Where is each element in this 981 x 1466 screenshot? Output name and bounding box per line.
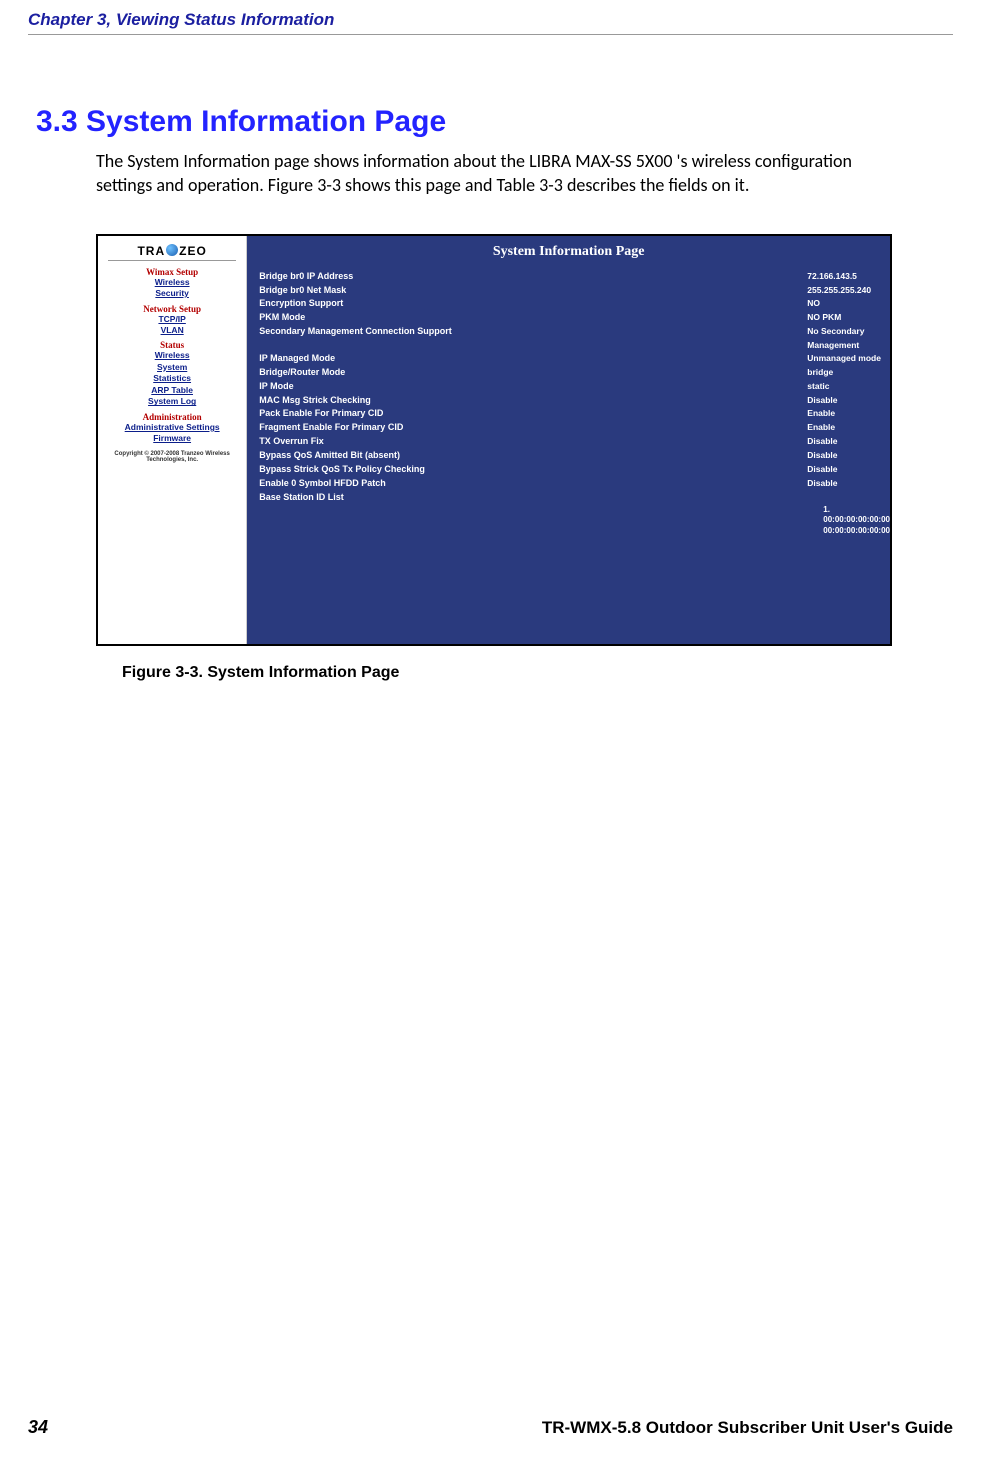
page-footer: 34 TR-WMX-5.8 Outdoor Subscriber Unit Us… [0,1417,981,1438]
brand-logo: TRA ZEO [98,244,246,258]
copyright-line2: Technologies, Inc. [98,457,246,464]
table-row: Pack Enable For Primary CIDEnable [247,407,890,421]
field-label: Pack Enable For Primary CID [247,407,597,421]
field-value: bridge [597,366,890,380]
field-label: Secondary Management Connection Support [247,325,597,351]
field-label: Bypass Strick QoS Tx Policy Checking [247,463,597,477]
sidebar-group-admin: Administration [98,412,246,422]
field-label: Encryption Support [247,297,597,311]
logo-orb-icon [166,244,178,256]
field-value: Enable [597,407,890,421]
field-value: Unmanaged mode [597,352,890,366]
field-label: Fragment Enable For Primary CID [247,421,597,435]
page-title: System Information Page [247,236,890,270]
table-row: IP Managed ModeUnmanaged mode [247,352,890,366]
sidebar-link-wireless[interactable]: Wireless [98,277,246,288]
field-value: Disable [597,394,890,408]
bs-list-item: 1. 00:00:00:00:00:00 00:00:00:00:00:00 [247,505,890,536]
sidebar-group-wimax: Wimax Setup [98,267,246,277]
table-row: Bridge br0 Net Mask255.255.255.240 [247,284,890,298]
copyright-line1: Copyright © 2007-2008 Tranzeo Wireless [98,451,246,458]
logo-left-text: TRA [137,244,165,258]
field-label: IP Managed Mode [247,352,597,366]
table-row: Bypass QoS Amitted Bit (absent)Disable [247,449,890,463]
sidebar-link-statistics[interactable]: Statistics [98,373,246,384]
sidebar-group-network: Network Setup [98,304,246,314]
field-value: No Secondary Management [597,325,890,351]
field-label: TX Overrun Fix [247,435,597,449]
field-value: Disable [597,449,890,463]
figure-caption: Figure 3-3. System Information Page [122,664,981,682]
table-row: Encryption SupportNO [247,297,890,311]
body-paragraph: The System Information page shows inform… [96,149,901,198]
footer-title: TR-WMX-5.8 Outdoor Subscriber Unit User'… [542,1418,953,1438]
field-label: Bridge br0 IP Address [247,270,597,284]
field-value: 255.255.255.240 [597,284,890,298]
chapter-header: Chapter 3, Viewing Status Information [0,0,981,34]
field-value: Disable [597,477,890,491]
field-value [597,491,890,505]
sidebar-link-wireless2[interactable]: Wireless [98,350,246,361]
table-row: Bridge/Router Modebridge [247,366,890,380]
sidebar-link-arptable[interactable]: ARP Table [98,385,246,396]
field-label: Bypass QoS Amitted Bit (absent) [247,449,597,463]
sidebar-link-tcpip[interactable]: TCP/IP [98,314,246,325]
logo-right-text: ZEO [179,244,207,258]
logo-separator [108,260,236,261]
section-title: 3.3 System Information Page [36,105,981,139]
table-row: MAC Msg Strick CheckingDisable [247,394,890,408]
sidebar-link-system[interactable]: System [98,362,246,373]
field-value: NO PKM [597,311,890,325]
field-label: Enable 0 Symbol HFDD Patch [247,477,597,491]
field-label: Bridge/Router Mode [247,366,597,380]
table-row: Secondary Management Connection SupportN… [247,325,890,351]
field-value: static [597,380,890,394]
table-row: Bridge br0 IP Address72.166.143.5 [247,270,890,284]
sidebar-link-firmware[interactable]: Firmware [98,433,246,444]
sidebar-link-adminsettings[interactable]: Administrative Settings [98,422,246,433]
field-label: Bridge br0 Net Mask [247,284,597,298]
app-window: TRA ZEO Wimax Setup Wireless Security Ne… [96,234,892,646]
table-row: IP Modestatic [247,380,890,394]
field-label: MAC Msg Strick Checking [247,394,597,408]
field-label: IP Mode [247,380,597,394]
header-divider [28,34,953,35]
sidebar-link-systemlog[interactable]: System Log [98,396,246,407]
table-row: Fragment Enable For Primary CIDEnable [247,421,890,435]
field-value: 72.166.143.5 [597,270,890,284]
table-row: Base Station ID List [247,491,890,505]
field-label: PKM Mode [247,311,597,325]
field-value: Enable [597,421,890,435]
field-label: Base Station ID List [247,491,597,505]
table-row: Bypass Strick QoS Tx Policy CheckingDisa… [247,463,890,477]
field-value: NO [597,297,890,311]
content-pane: System Information Page Bridge br0 IP Ad… [247,236,890,644]
table-row: Enable 0 Symbol HFDD PatchDisable [247,477,890,491]
sidebar-group-status: Status [98,340,246,350]
table-row: TX Overrun FixDisable [247,435,890,449]
sidebar: TRA ZEO Wimax Setup Wireless Security Ne… [98,236,247,644]
sidebar-link-security[interactable]: Security [98,288,246,299]
figure-wrap: TRA ZEO Wimax Setup Wireless Security Ne… [96,234,888,646]
page-number: 34 [28,1417,48,1438]
field-value: Disable [597,463,890,477]
table-row: PKM ModeNO PKM [247,311,890,325]
sidebar-link-vlan[interactable]: VLAN [98,325,246,336]
copyright: Copyright © 2007-2008 Tranzeo Wireless T… [98,451,246,464]
field-value: Disable [597,435,890,449]
